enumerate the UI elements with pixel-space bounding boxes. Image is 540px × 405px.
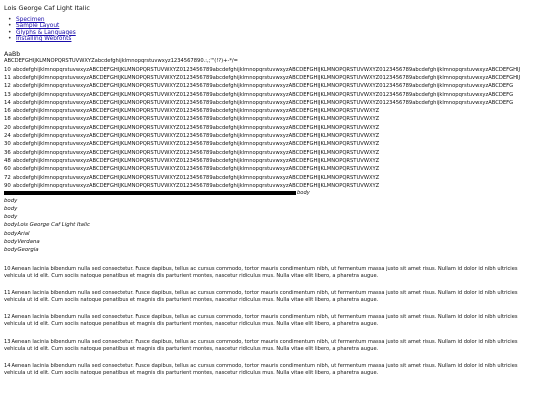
paragraph-samples: 10Aenean lacinia bibendum nulla sed cons… [4, 266, 536, 377]
size-label: 18 [4, 116, 11, 123]
size-sample: abcdefghijklmnopqrstuvwxyzABCDEFGHIJKLMN… [13, 133, 380, 140]
size-sample: abcdefghijklmnopqrstuvwxyzABCDEFGHIJKLMN… [13, 66, 521, 73]
paragraph-text: Aenean lacinia bibendum nulla sed consec… [4, 314, 518, 328]
size-sample: abcdefghijklmnopqrstuvwxyzABCDEFGHIJKLMN… [13, 91, 514, 98]
large-sample-label: body [297, 190, 310, 197]
size-label: 13 [4, 91, 11, 98]
size-sample: abcdefghijklmnopqrstuvwxyzABCDEFGHIJKLMN… [13, 157, 380, 164]
size-label: 20 [4, 124, 11, 131]
size-row: 20 abcdefghijklmnopqrstuvwxyzABCDEFGHIJKL… [4, 124, 536, 132]
nav-link-glyphs-languages[interactable]: Glyphs & Languages [16, 30, 76, 36]
font-fallback-list: body body body bodyLois George Caf Light… [4, 197, 536, 254]
size-sample: abcdefghijklmnopqrstuvwxyzABCDEFGHIJKLMN… [13, 166, 380, 173]
size-waterfall: 10 abcdefghijklmnopqrstuvwxyzABCDEFGHIJKL… [4, 66, 536, 190]
paragraph-sample: 14Aenean lacinia bibendum nulla sed cons… [4, 363, 534, 377]
size-label: 24 [4, 133, 11, 140]
size-row: 11 abcdefghijklmnopqrstuvwxyzABCDEFGHIJKL… [4, 74, 536, 82]
size-sample: abcdefghijklmnopqrstuvwxyzABCDEFGHIJKLMN… [13, 83, 514, 90]
aabb-sample: AaBb [4, 51, 21, 59]
size-label: 30 [4, 141, 11, 148]
paragraph-text: Aenean lacinia bibendum nulla sed consec… [4, 338, 518, 352]
fallback-line: body [4, 206, 18, 213]
specimen-nav: Specimen Sample Layout Glyphs & Language… [4, 17, 536, 42]
paragraph-sample: 12Aenean lacinia bibendum nulla sed cons… [4, 314, 534, 328]
size-row: 36 abcdefghijklmnopqrstuvwxyzABCDEFGHIJKL… [4, 149, 536, 157]
nav-link-installing-webfonts[interactable]: Installing Webfonts [16, 36, 71, 42]
large-sample-bar [4, 191, 296, 195]
paragraph-sample: 13Aenean lacinia bibendum nulla sed cons… [4, 339, 534, 353]
size-row: 13 abcdefghijklmnopqrstuvwxyzABCDEFGHIJKL… [4, 91, 536, 99]
character-set: ABCDEFGHIJKLMNOPQRSTUVWXYZabcdefghijklmn… [4, 58, 239, 65]
size-row: 10 abcdefghijklmnopqrstuvwxyzABCDEFGHIJKL… [4, 66, 536, 74]
size-sample: abcdefghijklmnopqrstuvwxyzABCDEFGHIJKLMN… [13, 174, 380, 181]
nav-link-specimen[interactable]: Specimen [16, 17, 45, 23]
size-sample: abcdefghijklmnopqrstuvwxyzABCDEFGHIJKLMN… [13, 141, 380, 148]
size-row: 24 abcdefghijklmnopqrstuvwxyzABCDEFGHIJKL… [4, 132, 536, 140]
size-sample: abcdefghijklmnopqrstuvwxyzABCDEFGHIJKLMN… [13, 116, 380, 123]
size-row: 48 abcdefghijklmnopqrstuvwxyzABCDEFGHIJKL… [4, 157, 536, 165]
nav-item-installing-webfonts: Installing Webfonts [8, 36, 536, 43]
size-row: 90 abcdefghijklmnopqrstuvwxyzABCDEFGHIJKL… [4, 182, 536, 190]
fallback-line: bodyGeorgia [4, 246, 39, 253]
paragraph-text: Aenean lacinia bibendum nulla sed consec… [4, 363, 518, 376]
size-sample: abcdefghijklmnopqrstuvwxyzABCDEFGHIJKLMN… [13, 74, 521, 81]
size-row: 30 abcdefghijklmnopqrstuvwxyzABCDEFGHIJKL… [4, 140, 536, 148]
size-label: 60 [4, 166, 11, 173]
fallback-line: body [4, 198, 18, 205]
size-sample: abcdefghijklmnopqrstuvwxyzABCDEFGHIJKLMN… [13, 182, 380, 189]
paragraph-size: 12 [4, 314, 11, 321]
size-row: 60 abcdefghijklmnopqrstuvwxyzABCDEFGHIJKL… [4, 165, 536, 173]
size-label: 12 [4, 83, 11, 90]
size-label: 11 [4, 74, 11, 81]
specimen-page: Lois George Caf Light Italic Specimen Sa… [4, 4, 536, 387]
size-label: 16 [4, 108, 11, 115]
size-sample: abcdefghijklmnopqrstuvwxyzABCDEFGHIJKLMN… [13, 108, 380, 115]
size-label: 48 [4, 157, 11, 164]
fallback-line: bodyVerdana [4, 238, 40, 245]
size-row: 12 abcdefghijklmnopqrstuvwxyzABCDEFGHIJKL… [4, 82, 536, 90]
size-sample: abcdefghijklmnopqrstuvwxyzABCDEFGHIJKLMN… [13, 124, 380, 131]
paragraph-size: 14 [4, 363, 11, 370]
paragraph-text: Aenean lacinia bibendum nulla sed consec… [4, 290, 518, 304]
size-row: 18 abcdefghijklmnopqrstuvwxyzABCDEFGHIJKL… [4, 115, 536, 123]
size-label: 36 [4, 149, 11, 156]
paragraph-size: 10 [4, 265, 11, 272]
size-label: 10 [4, 66, 11, 73]
size-sample: abcdefghijklmnopqrstuvwxyzABCDEFGHIJKLMN… [13, 99, 514, 106]
nav-link-sample-layout[interactable]: Sample Layout [16, 23, 59, 29]
size-row: 14 abcdefghijklmnopqrstuvwxyzABCDEFGHIJKL… [4, 99, 536, 107]
size-label: 72 [4, 174, 11, 181]
size-row: 72 abcdefghijklmnopqrstuvwxyzABCDEFGHIJKL… [4, 174, 536, 182]
paragraph-text: Aenean lacinia bibendum nulla sed consec… [4, 265, 518, 279]
fallback-line: body [4, 214, 18, 221]
size-label: 90 [4, 182, 11, 189]
font-name-heading: Lois George Caf Light Italic [4, 4, 90, 12]
size-sample: abcdefghijklmnopqrstuvwxyzABCDEFGHIJKLMN… [13, 149, 380, 156]
size-row: 16 abcdefghijklmnopqrstuvwxyzABCDEFGHIJKL… [4, 107, 536, 115]
paragraph-sample: 10Aenean lacinia bibendum nulla sed cons… [4, 266, 534, 280]
paragraph-sample: 11Aenean lacinia bibendum nulla sed cons… [4, 290, 534, 304]
fallback-line: bodyLois George Caf Light Italic [4, 222, 90, 229]
fallback-line: bodyArial [4, 230, 30, 237]
large-sample-row: body [4, 190, 536, 196]
paragraph-size: 11 [4, 290, 11, 297]
size-label: 14 [4, 99, 11, 106]
paragraph-size: 13 [4, 338, 11, 345]
